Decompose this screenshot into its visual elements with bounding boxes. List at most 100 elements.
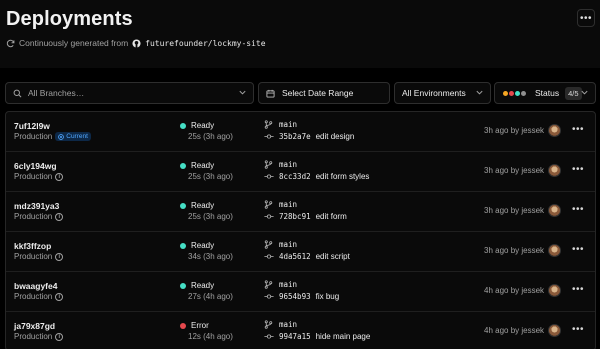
deployment-row[interactable]: 7uf12l9w Production Current Ready 25s (3… bbox=[6, 112, 595, 152]
branch-filter[interactable]: All Branches… bbox=[5, 82, 254, 104]
git-commit-icon bbox=[264, 212, 274, 221]
deployment-id[interactable]: 6cly194wg bbox=[14, 161, 57, 171]
chevron-down-icon bbox=[238, 88, 247, 97]
deployment-id[interactable]: mdz391ya3 bbox=[14, 201, 59, 211]
status-dot bbox=[180, 242, 186, 249]
commit-hash: 8cc33d2 bbox=[279, 172, 311, 181]
status-dot bbox=[180, 122, 186, 129]
deployment-branch[interactable]: main bbox=[264, 240, 297, 249]
deployment-duration: 25s (3h ago) bbox=[188, 172, 233, 181]
info-icon[interactable]: i bbox=[55, 292, 64, 301]
branch-filter-placeholder: All Branches… bbox=[28, 88, 85, 98]
deployment-status: Ready bbox=[180, 121, 214, 130]
row-more-button[interactable]: ••• bbox=[572, 124, 584, 135]
deployment-duration: 12s (4h ago) bbox=[188, 332, 233, 341]
deployment-id[interactable]: kkf3ffzop bbox=[14, 241, 51, 251]
status-dot bbox=[180, 162, 186, 169]
deployment-commit[interactable]: 8cc33d2 edit form styles bbox=[264, 172, 369, 181]
deployment-id[interactable]: bwaagyfe4 bbox=[14, 281, 57, 291]
deployment-row[interactable]: mdz391ya3 Production i Ready 25s (3h ago… bbox=[6, 192, 595, 232]
status-dot bbox=[180, 322, 186, 329]
deployment-time-author: 3h ago by jessek bbox=[484, 166, 545, 175]
info-icon[interactable]: i bbox=[55, 252, 64, 261]
deployment-row[interactable]: bwaagyfe4 Production i Ready 27s (4h ago… bbox=[6, 272, 595, 312]
row-more-button[interactable]: ••• bbox=[572, 244, 584, 255]
commit-hash: 9947a15 bbox=[279, 332, 311, 341]
deployment-commit[interactable]: 728bc91 edit form bbox=[264, 212, 347, 221]
status-label: Ready bbox=[191, 121, 215, 130]
chevron-down-icon bbox=[580, 88, 589, 97]
environment-label: Production bbox=[14, 212, 53, 221]
deployment-branch[interactable]: main bbox=[264, 200, 297, 209]
commit-message: fix bug bbox=[315, 292, 340, 301]
deployment-branch[interactable]: main bbox=[264, 120, 297, 129]
deployment-branch[interactable]: main bbox=[264, 160, 297, 169]
chevron-down-icon bbox=[475, 88, 484, 97]
environment-filter[interactable]: All Environments bbox=[394, 82, 491, 104]
deployment-commit[interactable]: 4da5612 edit script bbox=[264, 252, 350, 261]
deployment-commit[interactable]: 35b2a7e edit design bbox=[264, 132, 354, 141]
more-options-button[interactable]: ••• bbox=[577, 9, 595, 27]
git-branch-icon bbox=[264, 280, 273, 289]
status-color-dots bbox=[503, 90, 526, 96]
current-icon bbox=[58, 133, 65, 140]
info-icon[interactable]: i bbox=[55, 172, 64, 181]
row-more-button[interactable]: ••• bbox=[572, 284, 584, 295]
deployment-branch[interactable]: main bbox=[264, 280, 297, 289]
git-branch-icon bbox=[264, 120, 273, 129]
status-label: Error bbox=[191, 321, 209, 330]
deployment-status: Ready bbox=[180, 241, 214, 250]
avatar bbox=[548, 164, 561, 177]
deployment-id[interactable]: ja79x87gd bbox=[14, 321, 55, 331]
info-icon[interactable]: i bbox=[55, 332, 64, 341]
commit-hash: 728bc91 bbox=[279, 212, 311, 221]
git-commit-icon bbox=[264, 252, 274, 261]
status-label: Ready bbox=[191, 281, 215, 290]
row-more-button[interactable]: ••• bbox=[572, 324, 584, 335]
repo-link[interactable]: futurefounder/lockmy-site bbox=[145, 39, 265, 48]
commit-hash: 4da5612 bbox=[279, 252, 311, 261]
git-branch-icon bbox=[264, 320, 273, 329]
deployment-duration: 34s (3h ago) bbox=[188, 252, 233, 261]
avatar bbox=[548, 244, 561, 257]
more-icon: ••• bbox=[572, 204, 585, 215]
commit-message: edit design bbox=[315, 132, 355, 141]
branch-name: main bbox=[279, 120, 298, 129]
deployment-environment: Production Current bbox=[14, 132, 91, 141]
deployment-commit[interactable]: 9654b93 fix bug bbox=[264, 292, 339, 301]
deployment-commit[interactable]: 9947a15 hide main page bbox=[264, 332, 370, 341]
deployment-time-author: 3h ago by jessek bbox=[484, 246, 545, 255]
row-more-button[interactable]: ••• bbox=[572, 204, 584, 215]
avatar bbox=[548, 204, 561, 217]
deployment-status: Ready bbox=[180, 201, 214, 210]
deployment-branch[interactable]: main bbox=[264, 320, 297, 329]
branch-name: main bbox=[279, 200, 298, 209]
deployment-time-author: 4h ago by jessek bbox=[484, 326, 545, 335]
more-icon: ••• bbox=[572, 324, 585, 335]
commit-message: edit script bbox=[315, 252, 350, 261]
deployment-duration: 25s (3h ago) bbox=[188, 212, 233, 221]
git-commit-icon bbox=[264, 172, 274, 181]
page-header: Deployments Continuously generated from … bbox=[0, 0, 600, 68]
deployment-id[interactable]: 7uf12l9w bbox=[14, 121, 50, 131]
deployment-duration: 27s (4h ago) bbox=[188, 292, 233, 301]
status-color-dot bbox=[509, 90, 514, 96]
info-icon[interactable]: i bbox=[55, 212, 64, 221]
commit-message: hide main page bbox=[315, 332, 371, 341]
environment-label: Production bbox=[14, 332, 53, 341]
deployment-row[interactable]: ja79x87gd Production i Error 12s (4h ago… bbox=[6, 312, 595, 349]
git-branch-icon bbox=[264, 200, 273, 209]
avatar bbox=[548, 324, 561, 337]
subtitle-text: Continuously generated from bbox=[19, 38, 129, 48]
deployment-row[interactable]: kkf3ffzop Production i Ready 34s (3h ago… bbox=[6, 232, 595, 272]
git-branch-icon bbox=[264, 160, 273, 169]
avatar bbox=[548, 124, 561, 137]
deployment-row[interactable]: 6cly194wg Production i Ready 25s (3h ago… bbox=[6, 152, 595, 192]
status-filter[interactable]: Status 4/5 bbox=[494, 82, 596, 104]
date-range-filter[interactable]: Select Date Range bbox=[258, 82, 390, 104]
more-icon: ••• bbox=[579, 12, 592, 24]
environment-label: Production bbox=[14, 252, 53, 261]
deployment-time-author: 4h ago by jessek bbox=[484, 286, 545, 295]
environment-label: Production bbox=[14, 172, 53, 181]
row-more-button[interactable]: ••• bbox=[572, 164, 584, 175]
